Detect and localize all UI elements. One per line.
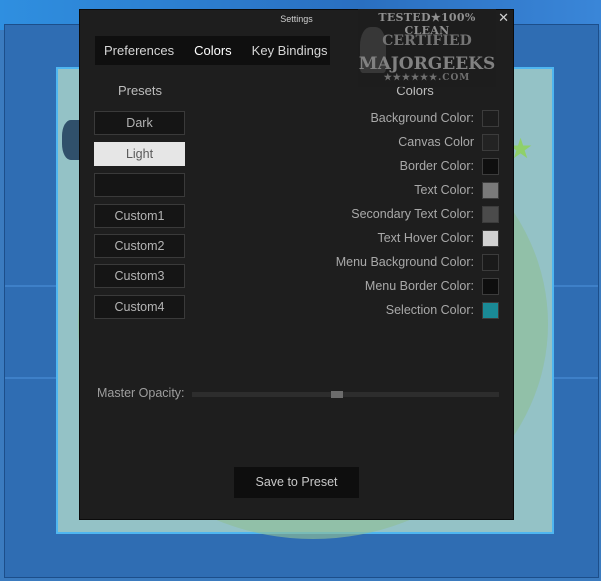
preset-custom4-button[interactable]: Custom4 <box>94 295 185 319</box>
preset-custom2-button[interactable]: Custom2 <box>94 234 185 258</box>
tab-colors[interactable]: Colors <box>184 36 242 65</box>
color-row-menu-border: Menu Border Color: <box>365 276 499 296</box>
tab-key-bindings[interactable]: Key Bindings <box>242 36 338 65</box>
color-label: Border Color: <box>399 159 474 173</box>
selection-color-swatch[interactable] <box>482 301 499 319</box>
menu-background-color-swatch[interactable] <box>482 253 499 271</box>
preset-custom1-button[interactable]: Custom1 <box>94 204 185 228</box>
preset-unnamed-button[interactable] <box>94 173 185 197</box>
color-row-text-hover: Text Hover Color: <box>377 228 499 248</box>
color-row-text: Text Color: <box>414 180 499 200</box>
background-color-swatch[interactable] <box>482 109 499 127</box>
text-color-swatch[interactable] <box>482 181 499 199</box>
close-icon[interactable]: ✕ <box>498 11 509 27</box>
slider-thumb[interactable] <box>331 391 343 398</box>
tab-bar: Preferences Colors Key Bindings <box>95 36 330 65</box>
save-to-preset-button[interactable]: Save to Preset <box>234 467 359 498</box>
color-label: Menu Background Color: <box>335 255 474 269</box>
preset-light-button[interactable]: Light <box>94 142 185 166</box>
text-hover-color-swatch[interactable] <box>482 229 499 247</box>
master-opacity-slider[interactable] <box>192 391 499 398</box>
canvas-color-swatch[interactable] <box>482 133 499 151</box>
tab-preferences[interactable]: Preferences <box>95 36 184 65</box>
menu-border-color-swatch[interactable] <box>482 277 499 295</box>
watermark-line: ★★★★★★.COM <box>383 73 471 83</box>
color-label: Menu Border Color: <box>364 279 474 293</box>
color-label: Canvas Color <box>398 135 474 149</box>
border-color-swatch[interactable] <box>482 157 499 175</box>
watermark-line: CERTIFIED <box>382 33 472 49</box>
color-row-secondary-text: Secondary Text Color: <box>351 204 499 224</box>
color-row-selection: Selection Color: <box>386 300 499 320</box>
color-label: Text Color: <box>414 183 474 197</box>
color-label: Text Hover Color: <box>377 231 474 245</box>
color-label: Selection Color: <box>385 303 474 317</box>
master-opacity-label: Master Opacity: <box>97 386 185 400</box>
preset-custom3-button[interactable]: Custom3 <box>94 264 185 288</box>
majorgeeks-watermark: TESTED★100% CLEAN CERTIFIED MAJORGEEKS ★… <box>358 9 496 87</box>
color-label: Secondary Text Color: <box>351 207 474 221</box>
color-row-canvas: Canvas Color <box>398 132 499 152</box>
color-label: Background Color: <box>370 111 474 125</box>
color-row-menu-background: Menu Background Color: <box>336 252 499 272</box>
secondary-text-color-swatch[interactable] <box>482 205 499 223</box>
watermark-line: MAJORGEEKS <box>358 54 496 74</box>
preset-dark-button[interactable]: Dark <box>94 111 185 135</box>
color-row-border: Border Color: <box>400 156 499 176</box>
presets-heading: Presets <box>117 83 163 98</box>
color-row-background: Background Color: <box>370 108 499 128</box>
